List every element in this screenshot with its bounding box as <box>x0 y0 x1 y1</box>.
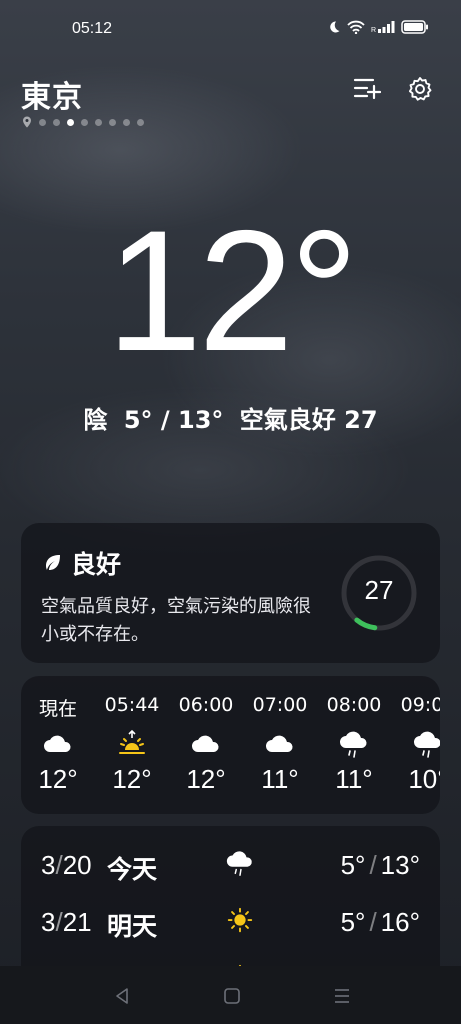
system-nav-bar <box>0 966 461 1024</box>
leaf-icon <box>46 555 60 570</box>
aqi-gauge-fill <box>354 617 378 631</box>
daily-high: 16° <box>380 907 420 937</box>
recents-menu-icon[interactable] <box>330 984 354 1008</box>
hourly-time: 09:00 <box>400 694 440 716</box>
daily-month: 3 <box>41 907 56 937</box>
hourly-item: 現在 12° <box>21 676 95 814</box>
date-separator: / <box>55 850 63 880</box>
hourly-time: 07:00 <box>252 694 308 716</box>
hourly-icon <box>190 728 222 760</box>
hourly-icon <box>264 728 296 760</box>
page-indicator <box>22 116 144 128</box>
hourly-item: 08:00 11° <box>317 676 391 814</box>
daily-high: 13° <box>380 850 420 880</box>
hourly-item: 05:44 12° <box>95 676 169 814</box>
hourly-temp: 11° <box>335 764 373 794</box>
sun-icon <box>227 907 253 933</box>
status-icons: R <box>327 20 429 34</box>
daily-temp-range: 5°/13° <box>341 850 420 881</box>
hourly-item: 09:00 10° <box>391 676 440 814</box>
cloud-icon <box>44 735 71 752</box>
daily-day-name: 明天 <box>107 912 158 941</box>
rain-cloud-icon <box>340 731 367 758</box>
page-dot[interactable] <box>137 118 144 126</box>
daily-temp-range: 5°/16° <box>341 907 420 938</box>
page-dot[interactable] <box>39 118 46 126</box>
page-dot-active[interactable] <box>67 118 74 126</box>
daily-icon <box>225 905 255 935</box>
daily-date: 3/20 <box>41 850 92 881</box>
aqi-value: 27 <box>364 575 394 605</box>
hourly-time: 現在 <box>38 698 77 720</box>
daily-row[interactable]: 3/21 明天 5°/16° <box>21 895 440 951</box>
cloud-icon <box>192 735 219 752</box>
hourly-icon <box>116 728 148 760</box>
daily-low: 5° <box>340 850 366 880</box>
page-dot[interactable] <box>109 118 116 126</box>
hourly-item: 06:00 12° <box>169 676 243 814</box>
page-dot[interactable] <box>53 118 60 126</box>
hourly-time: 06:00 <box>178 694 234 716</box>
temp-separator: / <box>369 850 377 880</box>
hourly-temp: 12° <box>38 764 78 794</box>
hourly-temp: 11° <box>261 764 299 794</box>
moon-icon <box>330 21 340 33</box>
status-time: 05:12 <box>72 20 113 37</box>
settings-gear-icon[interactable] <box>407 76 433 102</box>
daily-month: 3 <box>41 850 56 880</box>
temp-separator: / <box>369 907 377 937</box>
rain-cloud-icon <box>414 731 440 758</box>
hourly-temp: 12° <box>186 764 226 794</box>
signal-label: R <box>371 27 376 33</box>
daily-icon <box>225 848 255 878</box>
back-icon[interactable] <box>110 984 134 1008</box>
rain-cloud-icon <box>226 851 252 876</box>
air-quality-title: 良好 <box>43 545 121 581</box>
cellular-signal-icon: R <box>371 21 395 33</box>
page-dot[interactable] <box>95 118 102 126</box>
city-name[interactable]: 東京 <box>21 72 83 116</box>
hourly-time: 05:44 <box>104 694 160 716</box>
sunrise-icon <box>119 729 145 754</box>
hourly-temp: 10° <box>408 764 440 794</box>
page-dot[interactable] <box>81 118 88 126</box>
air-quality-level: 良好 <box>71 550 122 579</box>
air-quality-description: 空氣品質良好，空氣污染的風險很小或不存在。 <box>41 596 311 645</box>
daily-day-name: 今天 <box>107 855 158 884</box>
battery-icon <box>401 20 428 34</box>
current-temperature: 12° <box>106 195 358 387</box>
daily-low: 5° <box>340 907 366 937</box>
daily-day: 21 <box>62 907 92 937</box>
home-icon[interactable] <box>220 984 244 1008</box>
hourly-list: 現在 12° 05:44 12° 06:00 12° 07:00 11° 08:00 11° 09:… <box>21 676 440 814</box>
temperature-range: 5° / 13° <box>123 406 224 434</box>
current-condition: 陰 <box>83 406 108 434</box>
wifi-icon <box>347 20 365 34</box>
hourly-item: 07:00 11° <box>243 676 317 814</box>
hourly-icon <box>412 728 440 760</box>
hourly-icon <box>42 728 74 760</box>
weather-summary: 陰 5° / 13° 空氣良好 27 <box>0 400 461 435</box>
cloud-icon <box>266 735 293 752</box>
date-separator: / <box>55 907 63 937</box>
hourly-time: 08:00 <box>326 694 382 716</box>
manage-cities-icon[interactable] <box>353 76 381 102</box>
daily-date: 3/21 <box>41 907 92 938</box>
daily-day: 20 <box>62 850 92 880</box>
page-dot[interactable] <box>123 118 130 126</box>
hourly-temp: 12° <box>112 764 152 794</box>
air-quality-summary: 空氣良好 27 <box>239 406 378 434</box>
hourly-icon <box>338 728 370 760</box>
air-quality-card[interactable]: 良好 空氣品質良好，空氣污染的風險很小或不存在。 27 <box>21 523 440 663</box>
hourly-forecast-card[interactable]: 現在 12° 05:44 12° 06:00 12° 07:00 11° 08:00 11° 09:… <box>21 676 440 814</box>
daily-row[interactable]: 3/20 今天 5°/13° <box>21 838 440 894</box>
location-pin-icon <box>23 116 31 128</box>
